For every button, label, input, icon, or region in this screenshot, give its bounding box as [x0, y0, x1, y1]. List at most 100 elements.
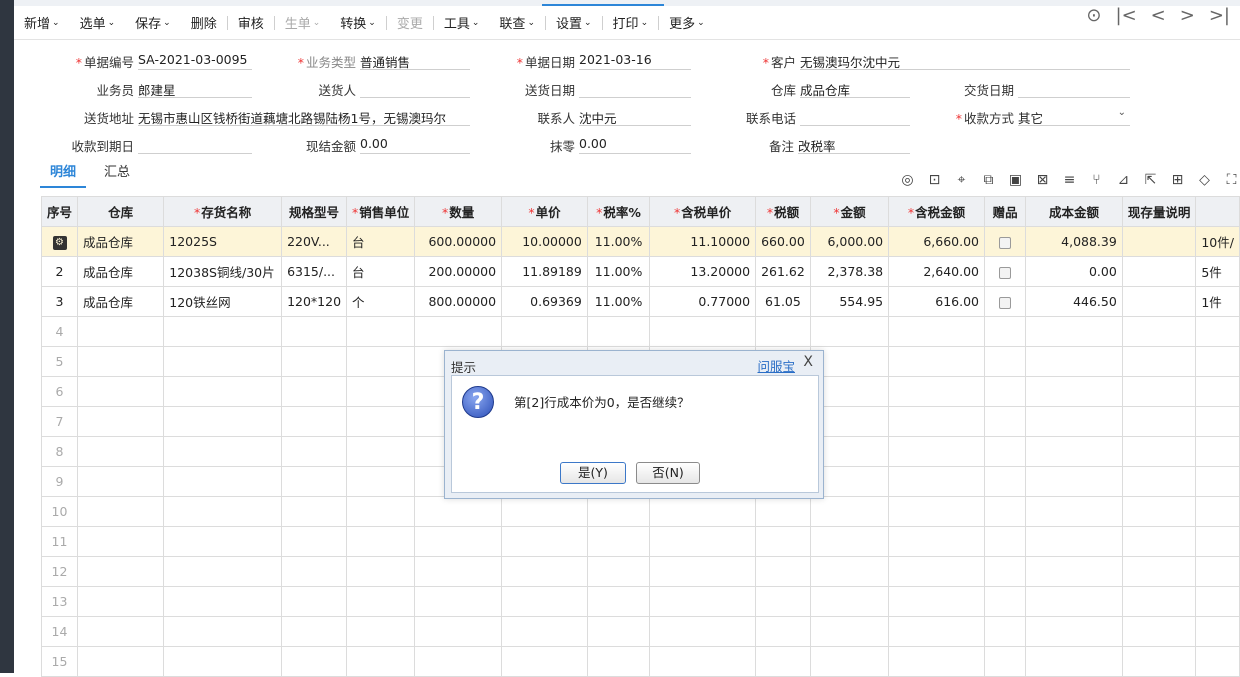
- next-record-icon[interactable]: >: [1180, 6, 1195, 26]
- toolbar-item[interactable]: 新增 ⌄: [14, 13, 70, 33]
- toolbar-item[interactable]: 更多 ⌄: [659, 13, 715, 33]
- empty-cell[interactable]: [1195, 496, 1240, 527]
- empty-cell[interactable]: [281, 466, 348, 497]
- empty-cell[interactable]: [1195, 586, 1240, 617]
- filter-icon[interactable]: ≡: [1061, 172, 1078, 189]
- empty-cell[interactable]: [281, 556, 348, 587]
- empty-row[interactable]: 13: [40, 586, 1240, 617]
- cell-spec[interactable]: 120*120: [281, 286, 348, 317]
- row-number[interactable]: 9: [40, 466, 79, 497]
- cell-gift[interactable]: [984, 226, 1027, 257]
- empty-cell[interactable]: [809, 496, 890, 527]
- empty-cell[interactable]: [809, 556, 890, 587]
- column-header[interactable]: 现存量说明: [1121, 196, 1197, 227]
- column-header[interactable]: *含税单价: [649, 196, 757, 227]
- empty-cell[interactable]: [984, 556, 1027, 587]
- cell-stock[interactable]: [1121, 256, 1197, 287]
- column-header[interactable]: 仓库: [77, 196, 165, 227]
- gift-checkbox[interactable]: [999, 266, 1012, 279]
- empty-cell[interactable]: [649, 586, 757, 617]
- empty-cell[interactable]: [586, 586, 651, 617]
- empty-cell[interactable]: [1121, 436, 1197, 467]
- cell-stock[interactable]: [1121, 286, 1197, 317]
- empty-cell[interactable]: [501, 316, 588, 347]
- cell-tprice[interactable]: 0.77000: [649, 286, 757, 317]
- cell-unit[interactable]: 台: [346, 226, 416, 257]
- empty-cell[interactable]: [77, 526, 165, 557]
- cell-extra[interactable]: 10件/: [1195, 226, 1240, 257]
- empty-cell[interactable]: [1121, 406, 1197, 437]
- toolbar-item[interactable]: 联查 ⌄: [489, 13, 545, 33]
- cell-no[interactable]: 3: [40, 286, 79, 317]
- column-header[interactable]: 赠品: [984, 196, 1027, 227]
- empty-cell[interactable]: [888, 436, 986, 467]
- cash-amount-field[interactable]: 现结金额 0.00: [306, 130, 470, 154]
- empty-cell[interactable]: [888, 376, 986, 407]
- column-header[interactable]: [1195, 196, 1240, 227]
- empty-cell[interactable]: [346, 316, 416, 347]
- cell-price[interactable]: 10.00000: [501, 226, 588, 257]
- empty-cell[interactable]: [1025, 586, 1123, 617]
- cell-cost[interactable]: 4,088.39: [1025, 226, 1123, 257]
- empty-cell[interactable]: [755, 526, 811, 557]
- empty-cell[interactable]: [586, 616, 651, 647]
- row-number[interactable]: 6: [40, 376, 79, 407]
- empty-cell[interactable]: [346, 646, 416, 677]
- empty-cell[interactable]: [281, 616, 348, 647]
- handover-date-field[interactable]: 交货日期: [964, 74, 1130, 98]
- empty-cell[interactable]: [163, 346, 283, 377]
- cell-unit[interactable]: 台: [346, 256, 416, 287]
- empty-cell[interactable]: [1195, 376, 1240, 407]
- empty-cell[interactable]: [888, 346, 986, 377]
- prev-record-icon[interactable]: <: [1151, 6, 1166, 26]
- empty-cell[interactable]: [1025, 436, 1123, 467]
- empty-cell[interactable]: [501, 616, 588, 647]
- cell-amt[interactable]: 6,000.00: [809, 226, 890, 257]
- cell-taxamt[interactable]: 261.62: [755, 256, 811, 287]
- empty-cell[interactable]: [755, 646, 811, 677]
- row-settings-icon[interactable]: ⚙: [52, 236, 67, 250]
- empty-cell[interactable]: [1025, 646, 1123, 677]
- empty-row[interactable]: 10: [40, 496, 1240, 527]
- toolbar-item[interactable]: 转换 ⌄: [330, 13, 386, 33]
- empty-cell[interactable]: [649, 316, 757, 347]
- empty-cell[interactable]: [501, 556, 588, 587]
- rounding-field[interactable]: 抹零 0.00: [550, 130, 691, 154]
- toolbar-item[interactable]: 设置 ⌄: [546, 13, 602, 33]
- paste-icon[interactable]: ▣: [1007, 172, 1024, 189]
- cell-tprice[interactable]: 13.20000: [649, 256, 757, 287]
- empty-cell[interactable]: [77, 646, 165, 677]
- empty-cell[interactable]: [809, 646, 890, 677]
- empty-cell[interactable]: [1195, 466, 1240, 497]
- empty-cell[interactable]: [414, 556, 503, 587]
- empty-cell[interactable]: [414, 616, 503, 647]
- row-number[interactable]: 4: [40, 316, 79, 347]
- column-header[interactable]: 规格型号: [281, 196, 348, 227]
- row-number[interactable]: 12: [40, 556, 79, 587]
- empty-cell[interactable]: [649, 496, 757, 527]
- empty-cell[interactable]: [755, 556, 811, 587]
- empty-row[interactable]: 11: [40, 526, 1240, 557]
- empty-cell[interactable]: [888, 616, 986, 647]
- empty-cell[interactable]: [984, 646, 1027, 677]
- empty-cell[interactable]: [281, 376, 348, 407]
- empty-cell[interactable]: [755, 616, 811, 647]
- empty-cell[interactable]: [649, 556, 757, 587]
- cell-name[interactable]: 120铁丝网: [163, 286, 283, 317]
- empty-cell[interactable]: [414, 586, 503, 617]
- empty-cell[interactable]: [163, 376, 283, 407]
- column-header[interactable]: *税额: [755, 196, 811, 227]
- empty-cell[interactable]: [1025, 616, 1123, 647]
- cell-tamt[interactable]: 616.00: [888, 286, 986, 317]
- empty-cell[interactable]: [888, 496, 986, 527]
- cell-qty[interactable]: 600.00000: [414, 226, 503, 257]
- cell-tamt[interactable]: 2,640.00: [888, 256, 986, 287]
- empty-cell[interactable]: [77, 466, 165, 497]
- remark-field[interactable]: 备注 改税率: [769, 130, 910, 154]
- cell-taxamt[interactable]: 660.00: [755, 226, 811, 257]
- empty-cell[interactable]: [809, 616, 890, 647]
- empty-cell[interactable]: [1121, 526, 1197, 557]
- biz-type-field[interactable]: * 业务类型 普通销售: [298, 46, 470, 70]
- salesman-field[interactable]: 业务员 郎建星: [96, 74, 252, 98]
- empty-cell[interactable]: [281, 406, 348, 437]
